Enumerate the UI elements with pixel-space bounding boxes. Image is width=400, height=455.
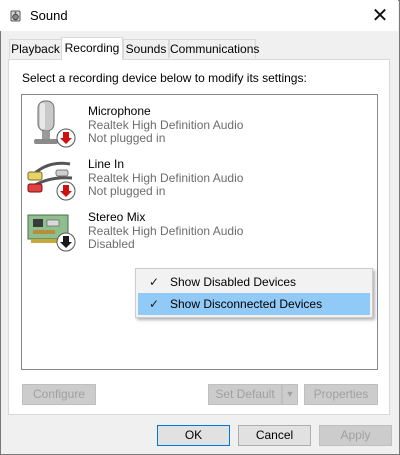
black-down-arrow-icon: [56, 232, 76, 252]
device-driver: Realtek High Definition Audio: [88, 118, 244, 132]
properties-button[interactable]: Properties: [304, 384, 378, 405]
tab-playback[interactable]: Playback: [9, 39, 62, 58]
set-default-button[interactable]: Set Default: [208, 384, 282, 405]
red-down-arrow-icon: [56, 181, 76, 201]
device-driver: Realtek High Definition Audio: [88, 171, 244, 185]
chevron-down-icon: ▼: [285, 389, 295, 399]
context-menu: ✓ Show Disabled Devices ✓ Show Disconnec…: [135, 268, 373, 318]
apply-button[interactable]: Apply: [319, 425, 392, 446]
tab-recording[interactable]: Recording: [61, 37, 123, 60]
set-default-dropdown-button[interactable]: ▼: [282, 384, 298, 405]
menu-item-label: Show Disabled Devices: [170, 275, 297, 289]
device-status: Not plugged in: [88, 184, 166, 198]
ok-button[interactable]: OK: [157, 425, 230, 446]
device-driver: Realtek High Definition Audio: [88, 224, 244, 238]
speaker-icon: [8, 7, 24, 23]
tab-communications[interactable]: Communications: [169, 39, 259, 58]
checkmark-icon: ✓: [148, 297, 160, 311]
checkmark-icon: ✓: [148, 275, 160, 289]
window-title: Sound: [30, 8, 68, 23]
red-down-arrow-icon: [56, 128, 76, 148]
device-status: Not plugged in: [88, 131, 166, 145]
device-status: Disabled: [88, 237, 135, 251]
menu-item-show-disconnected[interactable]: ✓ Show Disconnected Devices: [138, 293, 370, 315]
close-icon: ✕: [371, 5, 389, 27]
instruction-text: Select a recording device below to modif…: [22, 71, 307, 85]
close-button[interactable]: ✕: [362, 0, 398, 31]
device-name-microphone: Microphone: [88, 104, 151, 118]
menu-item-label: Show Disconnected Devices: [170, 297, 323, 311]
cancel-button[interactable]: Cancel: [238, 425, 311, 446]
tab-sounds[interactable]: Sounds: [123, 39, 169, 58]
device-name-stereo-mix: Stereo Mix: [88, 210, 146, 224]
configure-button[interactable]: Configure: [22, 384, 96, 405]
menu-item-show-disabled[interactable]: ✓ Show Disabled Devices: [138, 271, 370, 293]
device-name-line-in: Line In: [88, 157, 125, 171]
